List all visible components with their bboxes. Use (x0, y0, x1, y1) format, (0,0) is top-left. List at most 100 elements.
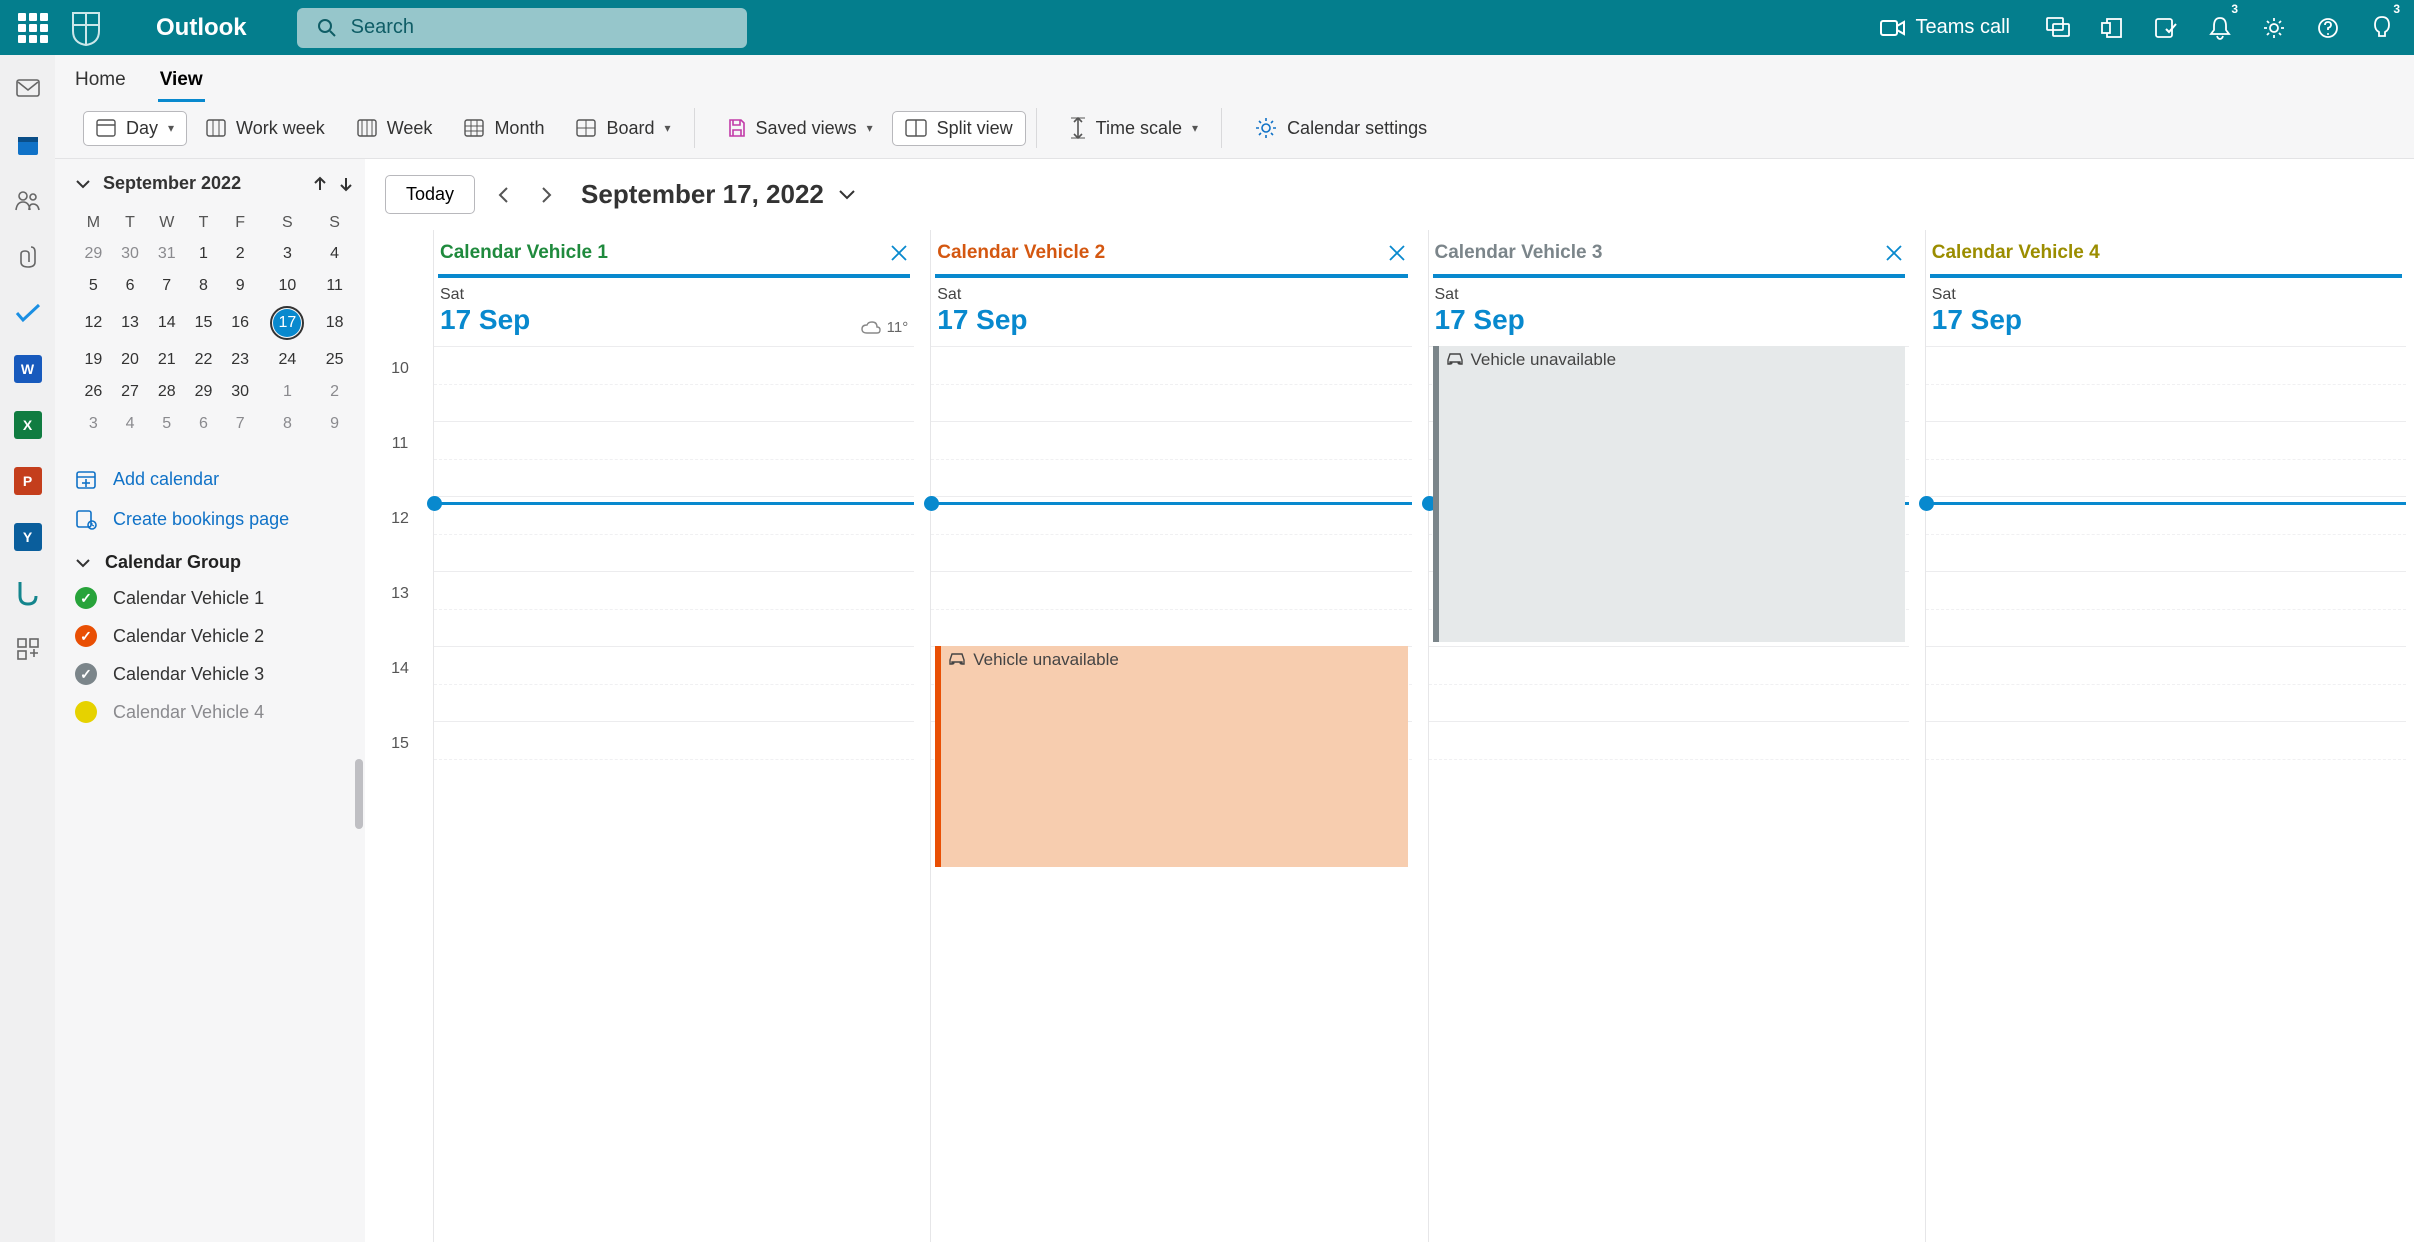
people-icon[interactable] (14, 187, 42, 215)
close-column-icon[interactable] (1885, 244, 1903, 262)
saved-views-button[interactable]: Saved views ▾ (715, 111, 886, 146)
chat-icon[interactable] (2036, 0, 2080, 55)
mini-day[interactable]: 10 (259, 270, 317, 302)
mini-day[interactable]: 20 (112, 344, 149, 376)
calendar-event[interactable]: Vehicle unavailable (935, 646, 1407, 867)
mini-day[interactable]: 3 (75, 408, 112, 440)
mini-day[interactable]: 6 (185, 408, 222, 440)
board-button[interactable]: Board ▾ (563, 111, 683, 146)
time-scale-button[interactable]: Time scale ▾ (1057, 110, 1211, 146)
day-view-button[interactable]: Day ▾ (83, 111, 187, 146)
day-icon[interactable] (2090, 0, 2134, 55)
time-grid[interactable]: Vehicle unavailable (1429, 346, 1909, 946)
work-week-button[interactable]: Work week (193, 111, 338, 146)
mini-day[interactable]: 9 (222, 270, 259, 302)
calendar-icon[interactable] (14, 131, 42, 159)
calendar-list-item[interactable]: Calendar Vehicle 4 (75, 701, 353, 723)
prev-month-icon[interactable] (313, 176, 327, 192)
insights-icon[interactable]: 3 (2360, 0, 2404, 55)
create-bookings-link[interactable]: Create bookings page (75, 508, 353, 530)
todo-icon[interactable] (14, 299, 42, 327)
today-button[interactable]: Today (385, 175, 475, 214)
mini-day[interactable]: 30 (222, 376, 259, 408)
calendar-group-toggle[interactable]: Calendar Group (75, 552, 353, 573)
mini-day[interactable]: 25 (316, 344, 353, 376)
search-input[interactable] (351, 16, 727, 39)
mini-day[interactable]: 5 (148, 408, 185, 440)
chevron-down-icon[interactable] (75, 178, 91, 190)
calendar-list-item[interactable]: ✓Calendar Vehicle 2 (75, 625, 353, 647)
notifications-icon[interactable]: 3 (2198, 0, 2242, 55)
mini-day[interactable]: 14 (148, 302, 185, 344)
mini-day[interactable]: 18 (316, 302, 353, 344)
mini-day[interactable]: 2 (316, 376, 353, 408)
weather[interactable]: 11° (861, 319, 909, 336)
tab-home[interactable]: Home (73, 65, 128, 102)
add-calendar-link[interactable]: Add calendar (75, 468, 353, 490)
mini-day[interactable]: 22 (185, 344, 222, 376)
mini-day[interactable]: 21 (148, 344, 185, 376)
mini-day[interactable]: 5 (75, 270, 112, 302)
mini-day[interactable]: 7 (148, 270, 185, 302)
mini-day[interactable]: 30 (112, 238, 149, 270)
files-icon[interactable] (14, 243, 42, 271)
next-day-icon[interactable] (539, 186, 559, 204)
mail-icon[interactable] (14, 75, 42, 103)
month-button[interactable]: Month (451, 111, 557, 146)
mini-day[interactable]: 26 (75, 376, 112, 408)
close-column-icon[interactable] (1388, 244, 1406, 262)
mini-day[interactable]: 31 (148, 238, 185, 270)
apps-icon[interactable] (14, 635, 42, 663)
week-button[interactable]: Week (344, 111, 446, 146)
time-grid[interactable] (434, 346, 914, 946)
excel-icon[interactable]: X (14, 411, 42, 439)
mini-day[interactable]: 23 (222, 344, 259, 376)
bookings-icon[interactable] (14, 579, 42, 607)
mini-day[interactable]: 12 (75, 302, 112, 344)
split-view-button[interactable]: Split view (892, 111, 1026, 146)
mini-day[interactable]: 16 (222, 302, 259, 344)
mini-day[interactable]: 1 (259, 376, 317, 408)
tab-view[interactable]: View (158, 65, 205, 102)
mini-day[interactable]: 1 (185, 238, 222, 270)
time-grid[interactable] (1926, 346, 2406, 946)
mini-day[interactable]: 15 (185, 302, 222, 344)
search-box[interactable] (297, 8, 747, 48)
mini-day[interactable]: 4 (112, 408, 149, 440)
mini-day[interactable]: 8 (185, 270, 222, 302)
mini-day[interactable]: 7 (222, 408, 259, 440)
mini-day[interactable]: 17 (259, 302, 317, 344)
mini-day[interactable]: 19 (75, 344, 112, 376)
mini-day[interactable]: 28 (148, 376, 185, 408)
powerpoint-icon[interactable]: P (14, 467, 42, 495)
scrollbar-thumb[interactable] (355, 759, 363, 829)
mini-day[interactable]: 11 (316, 270, 353, 302)
mini-day[interactable]: 3 (259, 238, 317, 270)
calendar-event[interactable]: Vehicle unavailable (1433, 346, 1905, 642)
tasks-icon[interactable] (2144, 0, 2188, 55)
time-grid[interactable]: Vehicle unavailable (931, 346, 1411, 946)
word-icon[interactable]: W (14, 355, 42, 383)
mini-day[interactable]: 24 (259, 344, 317, 376)
date-range-picker[interactable]: September 17, 2022 (581, 179, 856, 210)
calendar-settings-button[interactable]: Calendar settings (1242, 110, 1440, 146)
settings-icon[interactable] (2252, 0, 2296, 55)
mini-day[interactable]: 13 (112, 302, 149, 344)
mini-day[interactable]: 4 (316, 238, 353, 270)
next-month-icon[interactable] (339, 176, 353, 192)
mini-day[interactable]: 29 (185, 376, 222, 408)
close-column-icon[interactable] (890, 244, 908, 262)
help-icon[interactable] (2306, 0, 2350, 55)
yammer-icon[interactable]: Y (14, 523, 42, 551)
mini-day[interactable]: 8 (259, 408, 317, 440)
app-launcher-icon[interactable] (18, 13, 48, 43)
mini-day[interactable]: 9 (316, 408, 353, 440)
prev-day-icon[interactable] (497, 186, 517, 204)
mini-day[interactable]: 6 (112, 270, 149, 302)
mini-day[interactable]: 2 (222, 238, 259, 270)
teams-call-button[interactable]: Teams call (1864, 0, 2026, 55)
calendar-list-item[interactable]: ✓Calendar Vehicle 1 (75, 587, 353, 609)
mini-day[interactable]: 27 (112, 376, 149, 408)
mini-day[interactable]: 29 (75, 238, 112, 270)
calendar-list-item[interactable]: ✓Calendar Vehicle 3 (75, 663, 353, 685)
